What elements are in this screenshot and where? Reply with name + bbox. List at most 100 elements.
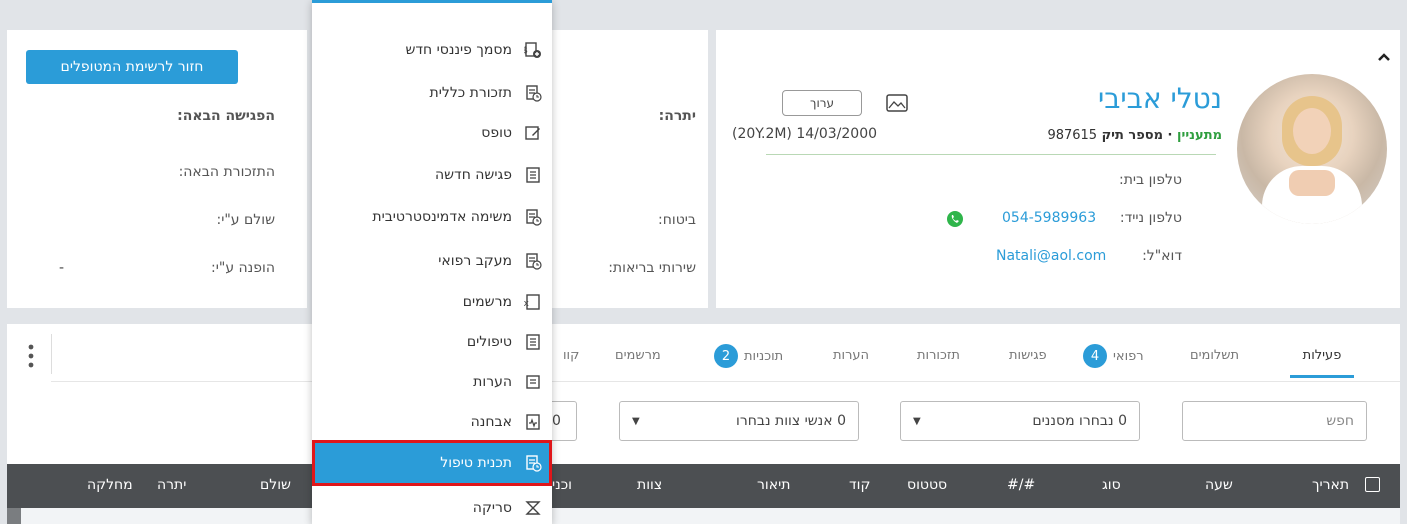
filters-select[interactable]: 0 נבחרו מסננים ▼	[900, 401, 1140, 441]
diagnosis-icon	[524, 413, 542, 431]
tab-payments[interactable]: תשלומים	[1190, 348, 1239, 363]
menu-item-scan[interactable]: סריקה	[312, 490, 552, 524]
menu-item-medical-followup[interactable]: מעקב רפואי	[312, 243, 552, 279]
svg-text:$: $	[524, 46, 528, 56]
file-number: 987615	[1047, 128, 1098, 143]
referred-by-label: הופנה ע"י:	[211, 260, 275, 276]
date-of-birth: (20Y.2M) 14/03/2000	[732, 126, 878, 142]
col-balance[interactable]: יתרה	[157, 477, 186, 493]
email-value[interactable]: Natali@aol.com	[996, 248, 1106, 264]
insurance-label: ביטוח:	[658, 212, 696, 228]
mobile-phone-value[interactable]: 054-5989963	[1002, 210, 1096, 226]
menu-item-notes[interactable]: הערות	[312, 364, 552, 400]
tab-medical-label: רפואי	[1113, 348, 1144, 364]
next-meeting-label: הפגישה הבאה:	[177, 108, 275, 124]
more-options-icon[interactable]	[27, 342, 35, 372]
patient-name: נטלי אביבי	[1097, 82, 1222, 115]
clipboard-icon	[524, 166, 542, 184]
menu-item-label: תזכורת כללית	[429, 85, 512, 101]
dropdown-caret-icon: ▼	[632, 415, 640, 427]
notes-icon	[524, 373, 542, 391]
balance-label: יתרה:	[658, 108, 696, 124]
menu-item-prescriptions[interactable]: Rx מרשמים	[312, 284, 552, 320]
staff-select[interactable]: 0 אנשי צוות נבחרו ▼	[619, 401, 859, 441]
table-first-row	[7, 508, 1400, 524]
tab-reminders[interactable]: תזכורות	[917, 348, 960, 363]
tab-plans-badge: 2	[714, 344, 738, 368]
divider	[766, 154, 1216, 155]
dollar-doc-icon: $	[524, 41, 542, 59]
menu-item-label: סריקה	[472, 500, 512, 516]
tab-prescriptions[interactable]: מרשמים	[615, 348, 661, 363]
col-time[interactable]: שעה	[1205, 477, 1233, 493]
col-status[interactable]: סטטוס	[907, 477, 947, 493]
tab-medical[interactable]: רפואי 4	[1083, 344, 1144, 368]
tabs-separator	[51, 334, 52, 374]
col-staff[interactable]: צוות	[637, 477, 662, 493]
tab-plans[interactable]: תוכניות 2	[714, 344, 783, 368]
tab-activity[interactable]: פעילות	[1290, 348, 1354, 378]
menu-item-label: משימה אדמינסטרטיבית	[372, 209, 512, 225]
billing-card: יתרה: ביטוח: שירותי בריאות:	[540, 30, 708, 308]
status-badge: מתעניין	[1177, 128, 1222, 143]
tab-plans-label: תוכניות	[744, 348, 784, 364]
col-department[interactable]: מחלקה	[87, 477, 133, 493]
staff-select-value: 0 אנשי צוות נבחרו	[736, 413, 846, 429]
medical-followup-icon	[524, 252, 542, 270]
reminder-icon	[524, 84, 542, 102]
tab-partial[interactable]: קוו	[563, 348, 583, 363]
tab-medical-badge: 4	[1083, 344, 1107, 368]
form-edit-icon	[524, 124, 542, 142]
tab-meetings[interactable]: פגישות	[1009, 348, 1047, 363]
col-count[interactable]: #/#	[1007, 477, 1035, 493]
collapse-chevron-icon[interactable]	[1376, 50, 1392, 66]
menu-item-treatment-plan[interactable]: תכנית טיפול	[312, 440, 552, 486]
mobile-phone-label: טלפון נייד:	[1119, 210, 1182, 226]
paid-by-label: שולם ע"י:	[216, 212, 275, 228]
patient-status-line: מתעניין · מספר תיק 987615	[1047, 128, 1222, 143]
edit-button[interactable]: ערוך	[782, 90, 862, 116]
tabs-bottom-border	[51, 381, 1400, 382]
col-paid[interactable]: שולם	[260, 477, 291, 493]
menu-item-diagnosis[interactable]: אבחנה	[312, 404, 552, 440]
back-to-patients-button[interactable]: חזור לרשימת המטופלים	[26, 50, 238, 84]
col-date[interactable]: תאריך	[1312, 477, 1349, 493]
activity-panel: פעילות תשלומים רפואי 4 פגישות תזכורות הע…	[7, 324, 1400, 524]
menu-item-label: תכנית טיפול	[440, 455, 512, 471]
menu-item-general-reminder[interactable]: תזכורת כללית	[312, 75, 552, 111]
tab-notes[interactable]: הערות	[833, 348, 869, 363]
file-number-label: · מספר תיק	[1101, 128, 1173, 143]
treatment-icon	[524, 333, 542, 351]
partial-select-value: 0	[552, 413, 561, 429]
whatsapp-icon[interactable]	[946, 210, 964, 228]
menu-item-treatments[interactable]: טיפולים	[312, 324, 552, 360]
summary-card: חזור לרשימת המטופלים הפגישה הבאה: התזכור…	[7, 30, 307, 308]
menu-item-admin-task[interactable]: משימה אדמינסטרטיבית	[312, 199, 552, 235]
col-type[interactable]: סוג	[1102, 477, 1121, 493]
menu-item-label: מעקב רפואי	[438, 253, 512, 269]
filters-select-value: 0 נבחרו מסננים	[1032, 413, 1127, 429]
menu-item-label: אבחנה	[470, 414, 512, 430]
col-code[interactable]: קוד	[849, 477, 870, 493]
svg-text:Rx: Rx	[524, 299, 530, 309]
search-placeholder: חפש	[1326, 413, 1354, 429]
referred-by-value: -	[59, 260, 65, 276]
health-services-label: שירותי בריאות:	[608, 260, 696, 276]
scan-icon	[524, 499, 542, 517]
patient-card: נטלי אביבי מתעניין · מספר תיק 987615 ערו…	[716, 30, 1400, 308]
col-plan[interactable]: תוכני	[552, 477, 572, 493]
col-description[interactable]: תיאור	[757, 477, 790, 493]
search-input[interactable]: חפש	[1182, 401, 1367, 441]
treatment-plan-icon	[524, 454, 542, 472]
menu-item-label: פגישה חדשה	[434, 167, 512, 183]
menu-item-form[interactable]: טופס	[312, 115, 552, 151]
task-icon	[524, 208, 542, 226]
photo-icon[interactable]	[886, 94, 908, 112]
menu-item-label: מסמך פיננסי חדש	[405, 42, 512, 58]
next-reminder-label: התזכורת הבאה:	[178, 164, 275, 180]
menu-item-new-financial-doc[interactable]: $ מסמך פיננסי חדש	[312, 32, 552, 68]
menu-item-label: טיפולים	[466, 334, 512, 350]
menu-item-new-meeting[interactable]: פגישה חדשה	[312, 157, 552, 193]
select-all-checkbox[interactable]	[1365, 477, 1380, 492]
table-header: תאריך שעה סוג #/# סטטוס קוד תיאור צוות ת…	[7, 464, 1400, 508]
